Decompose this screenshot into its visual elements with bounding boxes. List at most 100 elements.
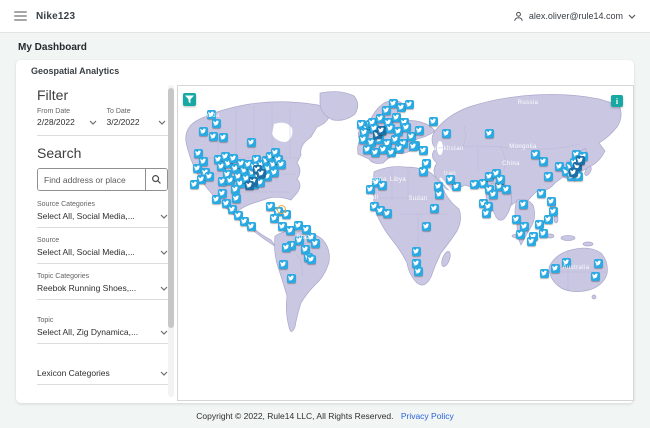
twitter-bird-icon [383,107,389,113]
twitter-bird-icon [230,155,236,161]
map-marker[interactable] [526,236,536,246]
twitter-bird-icon [486,130,492,136]
map-marker[interactable] [218,132,228,142]
map-marker[interactable] [394,143,404,153]
map-marker[interactable] [445,174,455,184]
twitter-bird-icon [312,240,318,246]
map-canvas[interactable]: i Canada Russia Kazakhstan Mongolia China Ira… [177,85,634,401]
map-marker[interactable] [481,208,491,218]
map-marker[interactable] [256,168,266,178]
map-marker[interactable] [515,229,525,239]
map-marker[interactable] [211,118,221,128]
map-marker[interactable] [469,179,479,189]
map-marker[interactable] [204,171,214,181]
map-marker[interactable] [593,258,603,268]
map-marker[interactable] [428,116,438,126]
map-marker[interactable] [534,219,544,229]
map-marker[interactable] [377,180,387,190]
map-marker[interactable] [511,214,521,224]
map-marker[interactable] [575,155,585,165]
map-marker[interactable] [230,184,240,194]
map-filter-button[interactable] [183,93,196,106]
map-marker[interactable] [414,125,424,135]
map-info-button[interactable]: i [611,95,623,107]
lexicon-categories-select[interactable]: Lexicon Categories [37,368,168,378]
twitter-bird-icon [219,178,225,184]
to-date-select[interactable]: 3/2/2022 [107,117,167,127]
sidebar-scrollbar-thumb[interactable] [168,88,174,328]
privacy-policy-link[interactable]: Privacy Policy [401,411,454,421]
top-navbar: Nike123 alex.oliver@rule14.com [0,0,650,33]
map-marker[interactable] [211,194,221,204]
map-marker[interactable] [365,184,375,194]
map-marker[interactable] [382,208,392,218]
search-input[interactable] [38,169,145,190]
map-marker[interactable] [543,171,553,181]
map-marker[interactable] [561,257,571,267]
map-marker[interactable] [538,156,548,166]
map-marker[interactable] [278,259,288,269]
map-marker[interactable] [231,193,241,203]
map-marker[interactable] [376,125,386,135]
hamburger-menu-icon[interactable] [14,11,27,21]
map-marker[interactable] [208,131,218,141]
map-marker[interactable] [418,166,428,176]
map-marker[interactable] [404,99,414,109]
map-marker[interactable] [198,126,208,136]
from-date-select[interactable]: 2/28/2022 [37,117,97,127]
twitter-bird-icon [364,146,370,152]
map-marker[interactable] [408,141,418,151]
twitter-bird-icon [577,157,583,163]
map-marker[interactable] [246,137,256,147]
section-topic: Topic Select All, Zig Dynamica,... [37,317,168,344]
map-marker[interactable] [546,196,556,206]
map-marker[interactable] [310,238,320,248]
map-marker[interactable] [434,189,444,199]
topic-select[interactable]: Select All, Zig Dynamica,... [37,327,168,337]
map-marker[interactable] [429,203,439,213]
user-menu[interactable]: alex.oliver@rule14.com [513,11,636,22]
filter-heading: Filter [37,87,69,103]
map-marker[interactable] [495,174,505,184]
map-marker[interactable] [189,179,199,189]
twitter-bird-icon [378,127,384,133]
sidebar-scrollbar-track[interactable] [168,85,174,397]
source-categories-label: Source Categories [37,201,95,208]
map-marker[interactable] [538,228,548,238]
source-categories-select[interactable]: Select All, Social Media,... [37,211,168,221]
map-marker[interactable] [543,214,553,224]
map-marker[interactable] [488,189,498,199]
map-marker[interactable] [484,128,494,138]
map-marker[interactable] [441,128,451,138]
map-marker[interactable] [401,122,411,132]
map-marker[interactable] [294,235,304,245]
map-marker[interactable] [568,167,578,177]
map-marker[interactable] [550,263,560,273]
map-marker[interactable] [421,221,431,231]
map-marker[interactable] [286,273,296,283]
topic-categories-select[interactable]: Reebok Running Shoes,... [37,283,168,293]
map-marker[interactable] [518,199,528,209]
twitter-bird-icon [490,191,496,197]
search-button[interactable] [145,169,167,190]
map-marker[interactable] [411,246,421,256]
map-marker[interactable] [246,221,256,231]
map-marker[interactable] [206,109,216,119]
twitter-bird-icon [392,136,398,142]
twitter-bird-icon [210,133,216,139]
map-marker[interactable] [590,271,600,281]
map-marker[interactable] [269,213,279,223]
source-select[interactable]: Select All, Social Media,... [37,247,168,257]
map-marker[interactable] [536,188,546,198]
twitter-bird-icon [388,149,394,155]
map-marker[interactable] [539,268,549,278]
map-marker[interactable] [306,254,316,264]
map-marker[interactable] [418,145,428,155]
map-marker[interactable] [244,180,254,190]
map-marker[interactable] [413,266,423,276]
map-marker[interactable] [530,149,540,159]
map-marker[interactable] [276,159,286,169]
twitter-bird-icon [367,186,373,192]
map-marker[interactable] [501,184,511,194]
map-marker[interactable] [281,242,291,252]
